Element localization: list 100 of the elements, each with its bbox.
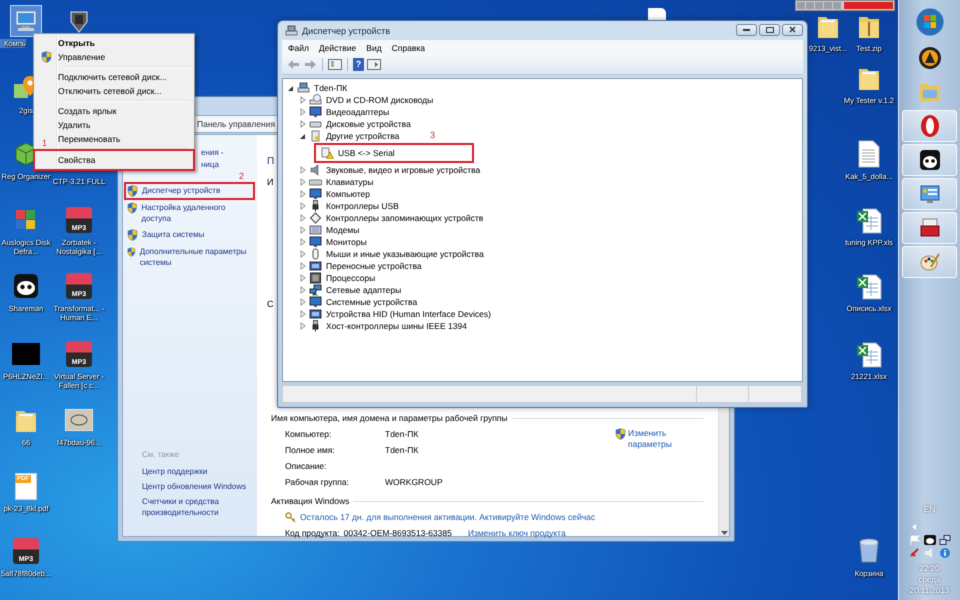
diamond-icon [309, 212, 322, 224]
tree-item[interactable]: Звуковые, видео и игровые устройства [326, 165, 480, 175]
tree-item[interactable]: Устройства HID (Human Interface Devices) [326, 309, 491, 319]
network-icon[interactable] [938, 535, 950, 545]
tree-item[interactable]: Мыши и иные указывающие устройства [326, 249, 484, 259]
tree-item[interactable]: Сетевые адаптеры [326, 285, 402, 295]
task-link[interactable]: Диспетчер устройств [142, 185, 220, 196]
collapsed-arrow-icon[interactable] [299, 166, 307, 174]
menu-item[interactable]: Удалить [58, 120, 90, 130]
help-button[interactable]: ? [353, 58, 364, 71]
palette-icon[interactable] [918, 251, 940, 273]
menu-item[interactable]: Свойства [58, 155, 96, 165]
collapsed-arrow-icon[interactable] [299, 322, 307, 330]
tree-item[interactable]: Компьютер [326, 189, 370, 199]
heading-fragment: С [267, 298, 274, 311]
close-button[interactable] [782, 24, 803, 36]
breadcrumb[interactable]: Панель управления [197, 119, 276, 129]
toolbox-icon[interactable] [918, 217, 940, 239]
maximize-button[interactable] [759, 24, 780, 36]
collapsed-arrow-icon[interactable] [299, 96, 307, 104]
ring-logo-icon[interactable] [918, 114, 940, 138]
tree-item[interactable]: DVD и CD-ROM дисководы [326, 95, 434, 105]
collapsed-arrow-icon[interactable] [299, 262, 307, 270]
tree-item[interactable]: Хост-контроллеры шины IEEE 1394 [326, 321, 467, 331]
menu-item[interactable]: Управление [58, 52, 106, 62]
see-also-link[interactable]: Центр обновления Windows [127, 481, 251, 492]
media-player-bar[interactable] [795, 0, 895, 11]
tree-item[interactable]: Другие устройства [326, 131, 400, 141]
shield-icon [615, 428, 626, 440]
menu-bar-item[interactable]: Действие [318, 42, 356, 52]
device-icon [309, 260, 322, 272]
computer-icon [285, 24, 298, 36]
text-file-icon [858, 140, 880, 168]
shield-icon [127, 185, 138, 197]
activation-link[interactable]: Осталось 17 дн. для выполнения активации. Активируйте Windows сейчас [300, 512, 596, 523]
spreadsheet-icon [856, 206, 882, 234]
tree-item[interactable]: Системные устройства [326, 297, 418, 307]
section-title: Активация Windows [271, 496, 350, 506]
scroll-down-icon[interactable] [720, 530, 728, 536]
tree-item[interactable]: Клавиатуры [326, 177, 374, 187]
control-panel-icon[interactable] [918, 183, 940, 205]
triangle-logo-icon[interactable] [918, 46, 942, 70]
clock-date: 20.11.2013 [910, 585, 950, 596]
start-orb-icon[interactable] [914, 7, 944, 37]
menu-item[interactable]: Открыть [58, 38, 95, 48]
task-link[interactable]: Настройка удаленного доступа [141, 202, 251, 224]
collapsed-arrow-icon[interactable] [299, 214, 307, 222]
collapsed-arrow-icon[interactable] [299, 310, 307, 318]
window-update-icon[interactable] [367, 59, 381, 70]
tree-item[interactable]: Tden-ПК [314, 83, 348, 93]
collapsed-arrow-icon[interactable] [299, 226, 307, 234]
see-also-link[interactable]: Центр поддержки [127, 466, 251, 477]
panda-icon[interactable] [924, 535, 936, 545]
menu-item[interactable]: Переименовать [58, 134, 120, 144]
collapsed-arrow-icon[interactable] [299, 286, 307, 294]
collapsed-arrow-icon[interactable] [299, 120, 307, 128]
tree-item[interactable]: Видеоадаптеры [326, 107, 390, 117]
collapsed-arrow-icon[interactable] [299, 178, 307, 186]
monitor-icon [309, 296, 322, 308]
collapsed-arrow-icon[interactable] [299, 298, 307, 306]
monitor-icon [309, 236, 322, 248]
menu-bar-item[interactable]: Справка [392, 42, 426, 52]
tree-item[interactable]: Контроллеры USB [326, 201, 399, 211]
see-also-link[interactable]: Счетчики и средства производительности [127, 496, 251, 518]
device-icon [309, 130, 322, 142]
collapsed-arrow-icon[interactable] [299, 202, 307, 210]
task-link[interactable]: Защита системы [142, 229, 204, 240]
tree-item[interactable]: USB <-> Serial [338, 148, 395, 158]
task-link[interactable]: Дополнительные параметры системы [140, 246, 251, 268]
panda-icon [13, 273, 39, 299]
field-label: Код продукта: [285, 527, 340, 539]
tree-item[interactable]: Модемы [326, 225, 360, 235]
collapsed-arrow-icon[interactable] [299, 108, 307, 116]
collapsed-arrow-icon[interactable] [299, 274, 307, 282]
menu-bar-item[interactable]: Вид [366, 42, 382, 52]
chip-icon [309, 272, 322, 284]
menu-bar-item[interactable]: Файл [288, 42, 309, 52]
menu-item[interactable]: Подключить сетевой диск... [58, 72, 167, 82]
tree-item[interactable]: Процессоры [326, 273, 376, 283]
collapsed-arrow-icon[interactable] [299, 190, 307, 198]
properties-icon[interactable] [328, 59, 342, 70]
shield-icon [41, 51, 52, 63]
change-settings-link[interactable]: Изменить параметры [628, 428, 674, 450]
minimize-button[interactable] [736, 24, 757, 36]
tree-item[interactable]: Мониторы [326, 237, 367, 247]
change-key-link[interactable]: Изменить ключ продукта [468, 528, 566, 538]
network-icon [309, 284, 322, 296]
collapsed-arrow-icon[interactable] [299, 250, 307, 258]
expanded-arrow-icon[interactable] [299, 132, 307, 140]
expanded-arrow-icon[interactable] [287, 84, 295, 92]
collapsed-arrow-icon[interactable] [299, 238, 307, 246]
close-icon [789, 26, 796, 33]
tree-item[interactable]: Дисковые устройства [326, 119, 411, 129]
menu-item[interactable]: Отключить сетевой диск... [58, 86, 162, 96]
menu-item[interactable]: Создать ярлык [58, 106, 116, 116]
panda-icon[interactable] [918, 149, 940, 171]
info-icon[interactable] [938, 548, 950, 558]
heading-fragment: П [267, 155, 274, 168]
tree-item[interactable]: Контроллеры запоминающих устройств [326, 213, 484, 223]
tree-item[interactable]: Переносные устройства [326, 261, 422, 271]
